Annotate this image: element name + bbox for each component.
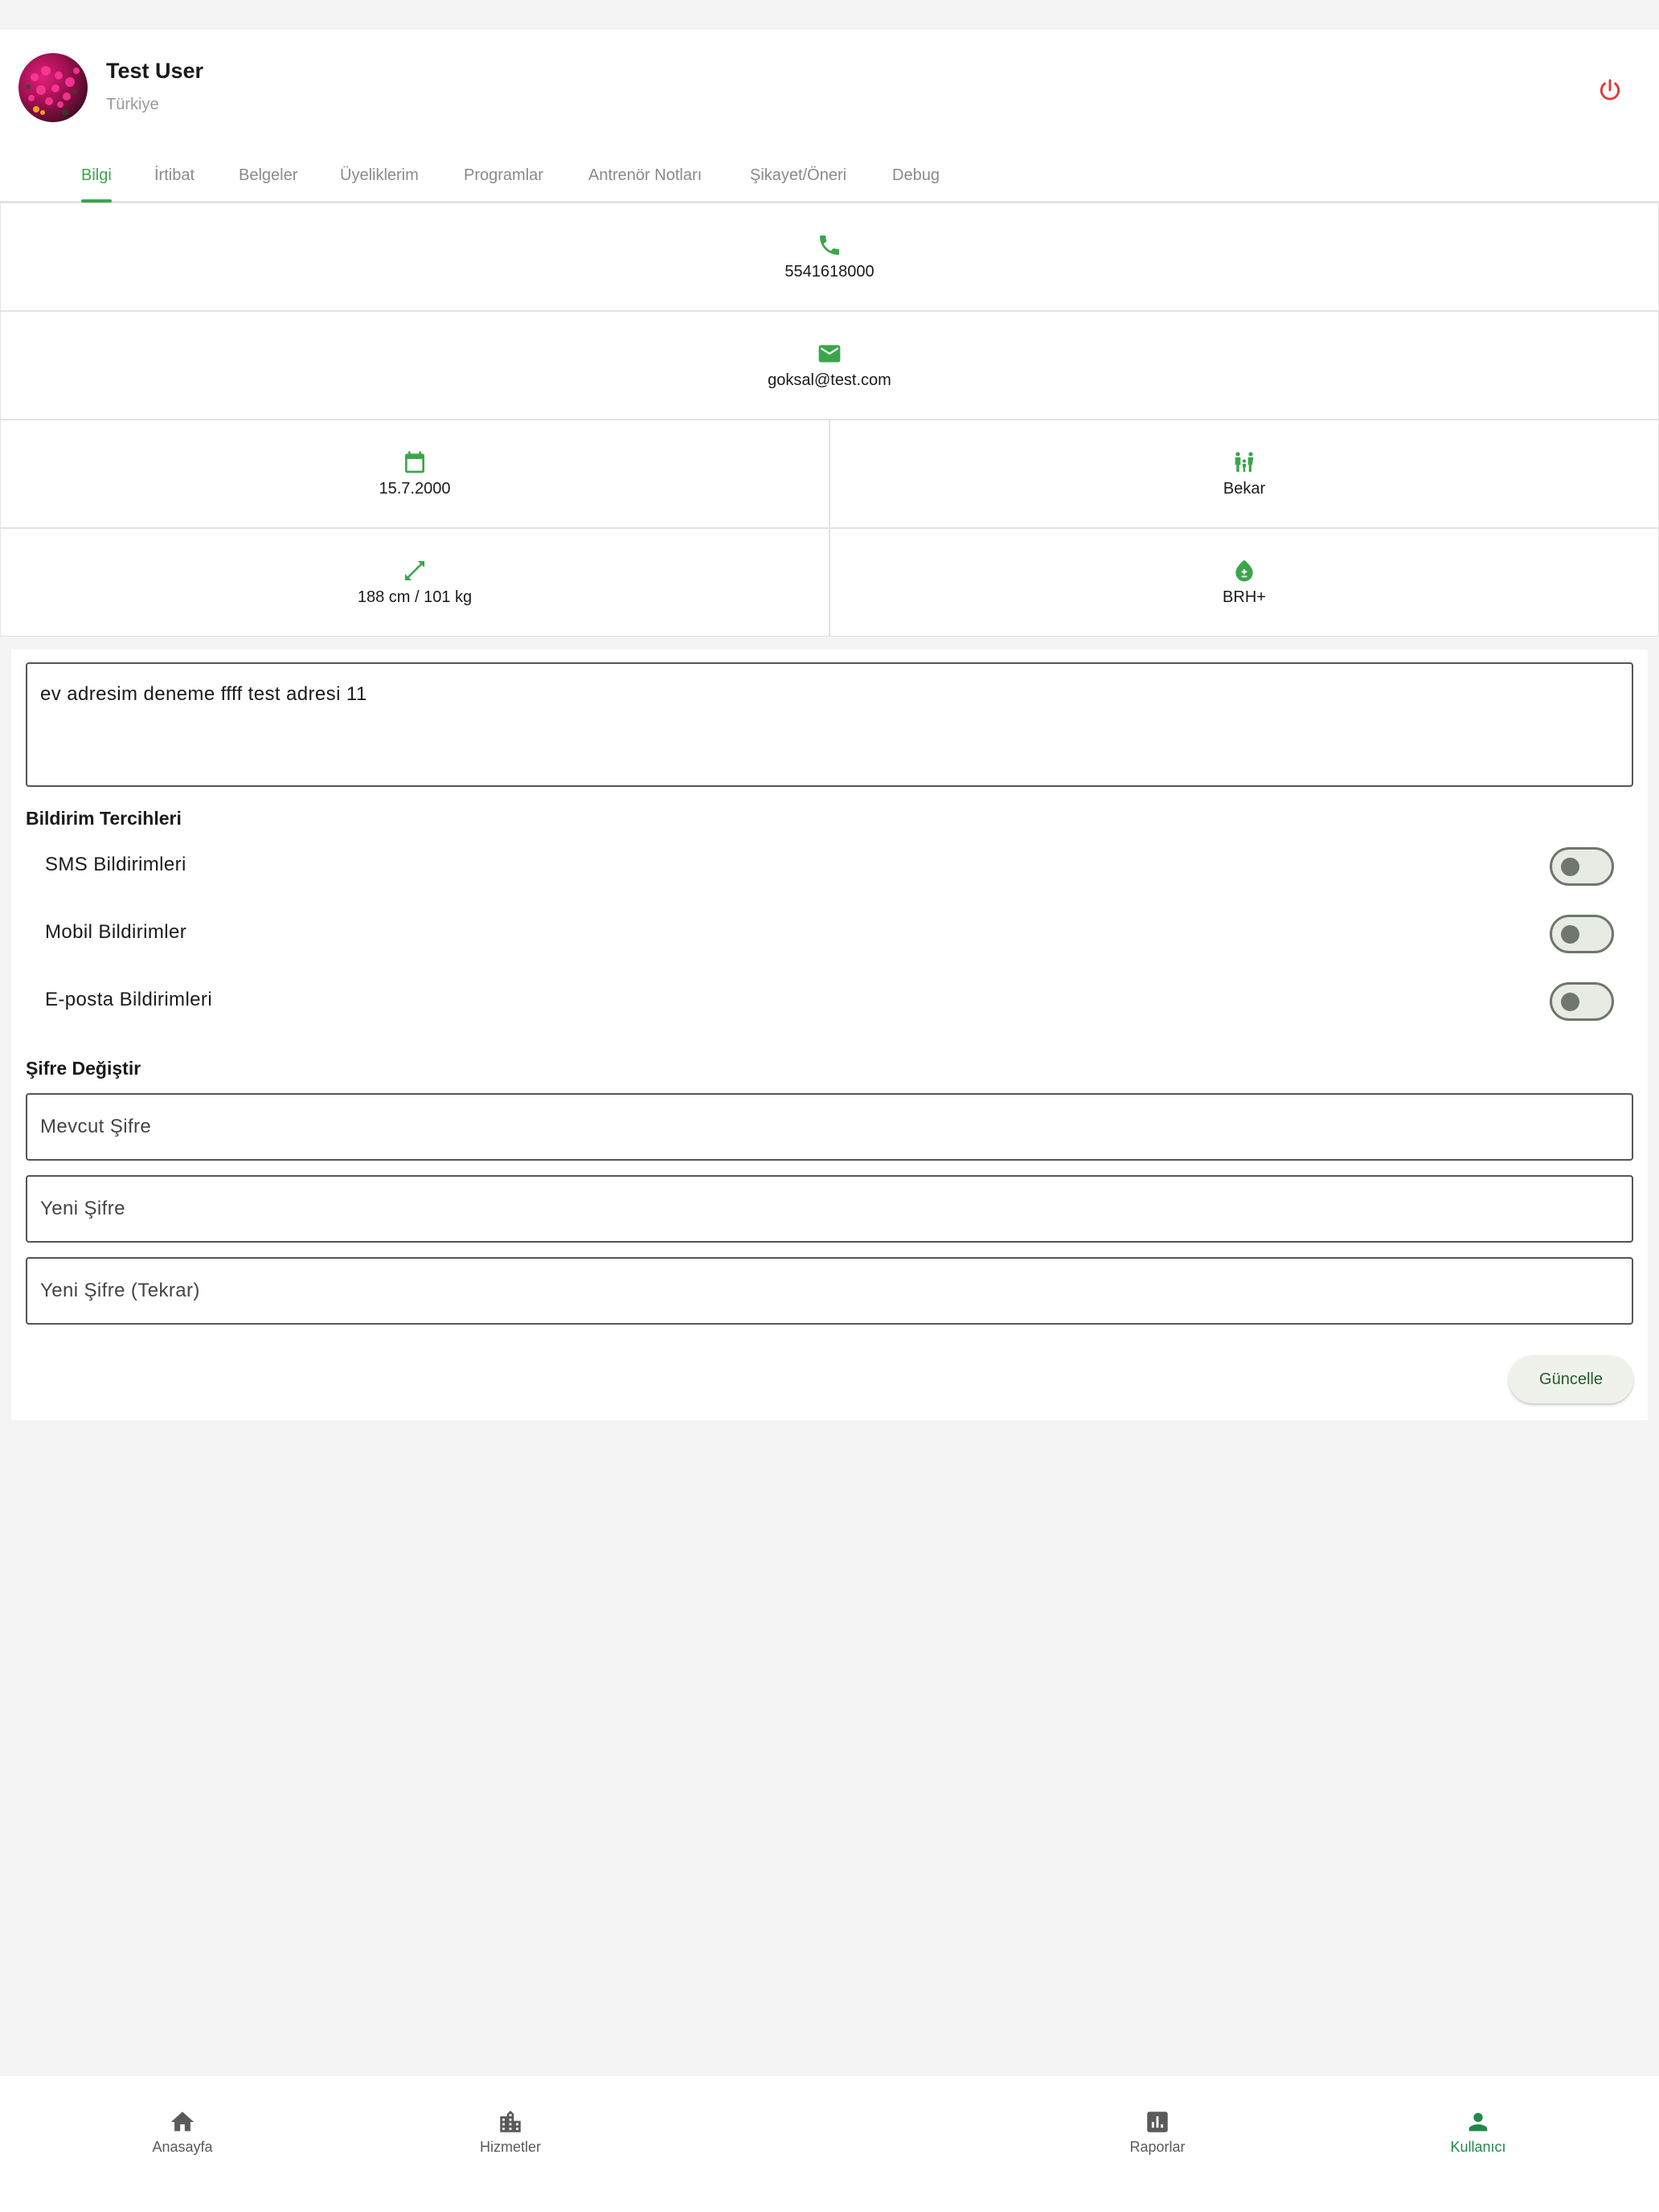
email-notification-toggle[interactable] xyxy=(1550,982,1614,1021)
toggle-knob xyxy=(1561,858,1579,876)
nav-user[interactable]: Kullanıcı xyxy=(1398,2108,1559,2156)
notification-prefs-title: Bildirim Tercihleri xyxy=(26,808,182,829)
tab-irtibat[interactable]: İrtibat xyxy=(154,162,195,203)
toggle-knob xyxy=(1561,993,1579,1011)
email-icon xyxy=(818,345,841,363)
tab-uyeliklerim[interactable]: Üyeliklerim xyxy=(340,162,419,203)
mobile-notification-row: Mobil Bildirimler xyxy=(26,910,1633,958)
home-icon xyxy=(170,2112,195,2132)
info-grid: 5541618000 goksal@test.com 15.7.2000 Bek… xyxy=(0,203,1659,637)
new-password-field[interactable]: Yeni Şifre xyxy=(26,1175,1633,1243)
current-password-field[interactable]: Mevcut Şifre xyxy=(26,1093,1633,1161)
tab-debug[interactable]: Debug xyxy=(892,162,940,203)
power-icon xyxy=(1600,79,1620,100)
building-icon xyxy=(500,2110,521,2132)
profile-tabs: Bilgi İrtibat Belgeler Üyeliklerim Progr… xyxy=(0,162,1659,203)
address-field[interactable]: ev adresim deneme ffff test adresi 11 xyxy=(26,662,1633,787)
nav-home-label: Anasayfa xyxy=(152,2139,213,2155)
mobile-notification-label: Mobil Bildirimler xyxy=(45,921,187,943)
change-password-title: Şifre Değiştir xyxy=(26,1058,141,1079)
settings-card: ev adresim deneme ffff test adresi 11 Bi… xyxy=(11,649,1648,1420)
marital-cell: Bekar xyxy=(830,420,1659,528)
mobile-notification-toggle[interactable] xyxy=(1550,915,1614,953)
update-button[interactable]: Güncelle xyxy=(1509,1355,1633,1403)
body-cell: 188 cm / 101 kg xyxy=(0,528,830,637)
tab-sikayet-oneri[interactable]: Şikayet/Öneri xyxy=(750,162,846,203)
avatar[interactable] xyxy=(18,53,88,122)
profile-header: Test User Türkiye Bilgi İrtibat Belgeler… xyxy=(0,30,1659,203)
tab-programlar[interactable]: Programlar xyxy=(464,162,543,203)
phone-cell: 5541618000 xyxy=(0,203,1659,311)
phone-value: 5541618000 xyxy=(784,263,875,281)
height-weight-icon xyxy=(405,561,424,580)
birthdate-value: 15.7.2000 xyxy=(379,480,451,498)
tab-belgeler[interactable]: Belgeler xyxy=(239,162,297,203)
birthdate-cell: 15.7.2000 xyxy=(0,420,830,528)
nav-reports[interactable]: Raporlar xyxy=(1077,2108,1238,2156)
email-cell: goksal@test.com xyxy=(0,311,1659,420)
blood-value: BRH+ xyxy=(1223,588,1266,606)
user-name: Test User xyxy=(106,59,204,83)
report-icon xyxy=(1147,2112,1168,2132)
blood-cell: BRH+ xyxy=(830,528,1659,637)
user-country: Türkiye xyxy=(106,96,159,113)
family-icon xyxy=(1235,452,1254,472)
sms-notification-toggle[interactable] xyxy=(1550,847,1614,886)
body-value: 188 cm / 101 kg xyxy=(357,588,473,606)
nav-user-label: Kullanıcı xyxy=(1450,2139,1506,2155)
tab-bilgi[interactable]: Bilgi xyxy=(81,162,112,203)
logout-button[interactable] xyxy=(1590,70,1630,110)
nav-reports-label: Raporlar xyxy=(1129,2139,1186,2155)
nav-services-label: Hizmetler xyxy=(479,2139,541,2155)
tab-antrenor-notlari[interactable]: Antrenör Notları xyxy=(588,162,702,203)
email-notification-row: E-posta Bildirimleri xyxy=(26,977,1633,1026)
avatar-image xyxy=(26,66,80,116)
email-notification-label: E-posta Bildirimleri xyxy=(45,989,213,1010)
bottom-navigation: Anasayfa Hizmetler Raporlar Kullanıcı xyxy=(0,2076,1659,2212)
phone-icon xyxy=(820,236,839,255)
email-value: goksal@test.com xyxy=(768,371,891,389)
nav-home[interactable]: Anasayfa xyxy=(102,2108,263,2156)
toggle-knob xyxy=(1561,925,1579,944)
sms-notification-label: SMS Bildirimleri xyxy=(45,854,186,875)
marital-value: Bekar xyxy=(1223,480,1266,498)
nav-services[interactable]: Hizmetler xyxy=(430,2108,591,2156)
person-icon xyxy=(1469,2112,1488,2132)
repeat-password-field[interactable]: Yeni Şifre (Tekrar) xyxy=(26,1257,1633,1325)
sms-notification-row: SMS Bildirimleri xyxy=(26,842,1633,891)
calendar-icon xyxy=(405,451,424,473)
blood-drop-icon xyxy=(1235,559,1253,582)
